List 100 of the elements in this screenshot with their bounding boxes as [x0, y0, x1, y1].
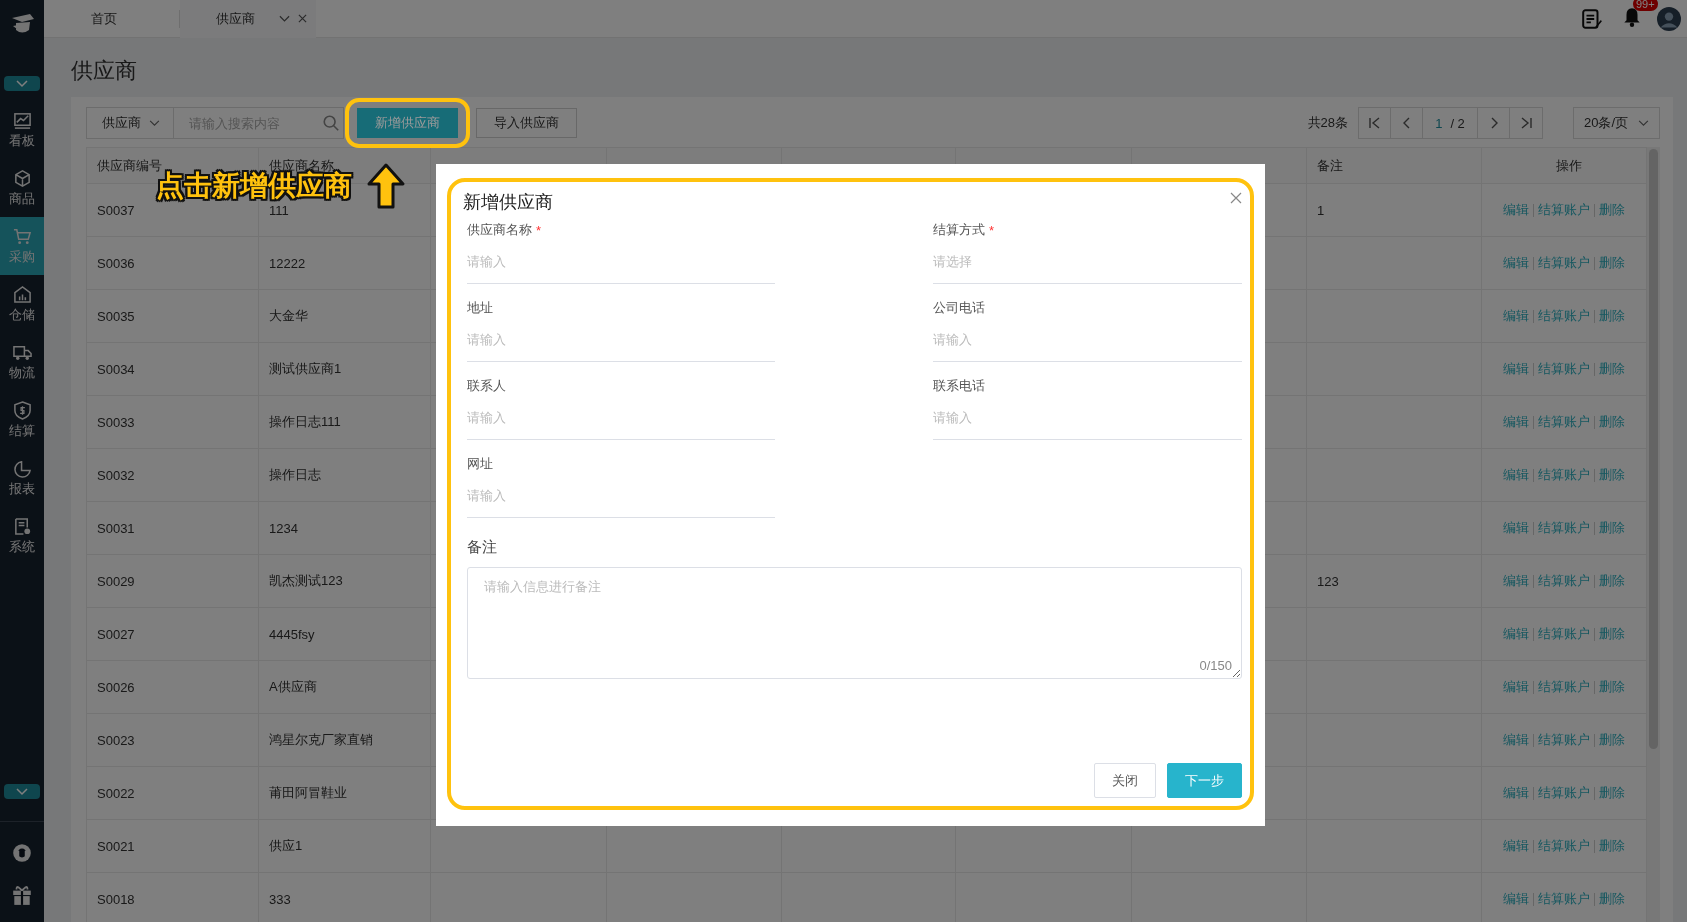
table-cell: 鸿星尔克厂家直销: [269, 732, 373, 747]
import-button[interactable]: 导入供应商: [476, 108, 577, 138]
action-link[interactable]: 结算账户: [1538, 890, 1590, 908]
search-icon[interactable]: [322, 114, 340, 132]
action-link[interactable]: 删除: [1599, 572, 1625, 590]
field-label: 地址: [467, 299, 493, 317]
nav-item[interactable]: 物流: [0, 333, 44, 391]
nav-item[interactable]: 系统: [0, 507, 44, 565]
action-link[interactable]: 结算账户: [1538, 201, 1590, 219]
expand-button[interactable]: [4, 784, 40, 799]
action-link[interactable]: 删除: [1599, 254, 1625, 272]
action-link[interactable]: 编辑: [1503, 307, 1529, 325]
action-link[interactable]: 结算账户: [1538, 572, 1590, 590]
action-link[interactable]: 编辑: [1503, 360, 1529, 378]
total-count: 共28条: [1307, 114, 1348, 132]
action-link[interactable]: 编辑: [1503, 678, 1529, 696]
nav-item[interactable]: 采购: [0, 217, 44, 275]
action-link[interactable]: 删除: [1599, 360, 1625, 378]
nav-item[interactable]: 报表: [0, 449, 44, 507]
action-link[interactable]: 删除: [1599, 413, 1625, 431]
headset-icon[interactable]: [11, 842, 33, 864]
nav-item[interactable]: 结算: [0, 391, 44, 449]
action-link[interactable]: 删除: [1599, 466, 1625, 484]
action-link[interactable]: 编辑: [1503, 572, 1529, 590]
action-link[interactable]: 编辑: [1503, 731, 1529, 749]
table-cell: S0021: [97, 838, 135, 854]
action-link[interactable]: 编辑: [1503, 890, 1529, 908]
chevron-down-icon: [1638, 119, 1650, 127]
avatar[interactable]: [1657, 6, 1681, 31]
filter-select[interactable]: 供应商: [86, 107, 174, 139]
action-link[interactable]: 编辑: [1503, 837, 1529, 855]
action-link[interactable]: 结算账户: [1538, 731, 1590, 749]
table-cell: 测试供应商1: [269, 361, 342, 376]
action-link[interactable]: 结算账户: [1538, 837, 1590, 855]
table-cell: S0032: [97, 467, 135, 483]
action-link[interactable]: 编辑: [1503, 784, 1529, 802]
notepad-icon[interactable]: [1581, 7, 1603, 30]
page-tab[interactable]: 供应商: [180, 0, 316, 38]
last-page-icon: [1519, 116, 1533, 130]
chevron-down-icon[interactable]: [279, 14, 290, 23]
close-icon[interactable]: [1230, 192, 1242, 204]
next-button[interactable]: 下一步: [1167, 763, 1242, 798]
dialog-title: 新增供应商: [463, 191, 553, 214]
required-mark: *: [536, 222, 542, 238]
nav-item[interactable]: 仓储: [0, 275, 44, 333]
table-cell: S0023: [97, 732, 135, 748]
chart-icon: [12, 110, 32, 130]
page-size-select[interactable]: 20条/页: [1573, 107, 1660, 139]
bell-icon[interactable]: [1621, 6, 1643, 28]
collapse-button[interactable]: [4, 76, 40, 91]
action-link[interactable]: 删除: [1599, 890, 1625, 908]
action-link[interactable]: 编辑: [1503, 254, 1529, 272]
action-link[interactable]: 删除: [1599, 731, 1625, 749]
field-label: 备注: [467, 538, 498, 557]
action-link[interactable]: 结算账户: [1538, 254, 1590, 272]
box-icon: [12, 168, 32, 188]
action-link[interactable]: 编辑: [1503, 519, 1529, 537]
action-link[interactable]: 删除: [1599, 784, 1625, 802]
action-link[interactable]: 编辑: [1503, 625, 1529, 643]
action-link[interactable]: 结算账户: [1538, 307, 1590, 325]
table-cell: 333: [269, 891, 291, 907]
action-link[interactable]: 结算账户: [1538, 519, 1590, 537]
table-cell: S0037: [97, 202, 135, 218]
action-link[interactable]: 编辑: [1503, 413, 1529, 431]
table-cell: S0033: [97, 414, 135, 430]
action-link[interactable]: 编辑: [1503, 201, 1529, 219]
action-link[interactable]: 结算账户: [1538, 625, 1590, 643]
action-link[interactable]: 删除: [1599, 307, 1625, 325]
column-header: 操作: [1481, 147, 1647, 184]
table-cell: A供应商: [269, 679, 317, 694]
action-link[interactable]: 结算账户: [1538, 678, 1590, 696]
action-link[interactable]: 删除: [1599, 519, 1625, 537]
table-cell: 供应1: [269, 838, 303, 853]
arrow-up-icon: [366, 162, 406, 210]
table-cell: 1234: [269, 520, 298, 536]
table-cell: 凯杰测试123: [269, 573, 343, 588]
page-count: / 2: [1450, 115, 1465, 131]
nav-item[interactable]: 商品: [0, 159, 44, 217]
table-cell: 4445fsy: [269, 626, 315, 642]
current-page-field[interactable]: 1: [1435, 115, 1443, 131]
action-link[interactable]: 删除: [1599, 837, 1625, 855]
action-link[interactable]: 删除: [1599, 201, 1625, 219]
gift-icon[interactable]: [11, 884, 33, 906]
action-link[interactable]: 结算账户: [1538, 784, 1590, 802]
scrollbar[interactable]: [1647, 147, 1660, 922]
table-cell: 操作日志111: [269, 414, 341, 429]
add-supplier-button[interactable]: 新增供应商: [357, 108, 458, 138]
field-label: 联系电话: [933, 377, 985, 395]
close-button[interactable]: 关闭: [1094, 763, 1156, 798]
pie-icon: [12, 458, 32, 478]
table-cell: S0018: [97, 891, 135, 907]
close-icon[interactable]: [298, 14, 307, 23]
action-link[interactable]: 结算账户: [1538, 466, 1590, 484]
action-link[interactable]: 删除: [1599, 678, 1625, 696]
notification-badge: 99+: [1633, 0, 1658, 11]
nav-item[interactable]: 看板: [0, 101, 44, 159]
action-link[interactable]: 结算账户: [1538, 413, 1590, 431]
action-link[interactable]: 结算账户: [1538, 360, 1590, 378]
action-link[interactable]: 删除: [1599, 625, 1625, 643]
action-link[interactable]: 编辑: [1503, 466, 1529, 484]
